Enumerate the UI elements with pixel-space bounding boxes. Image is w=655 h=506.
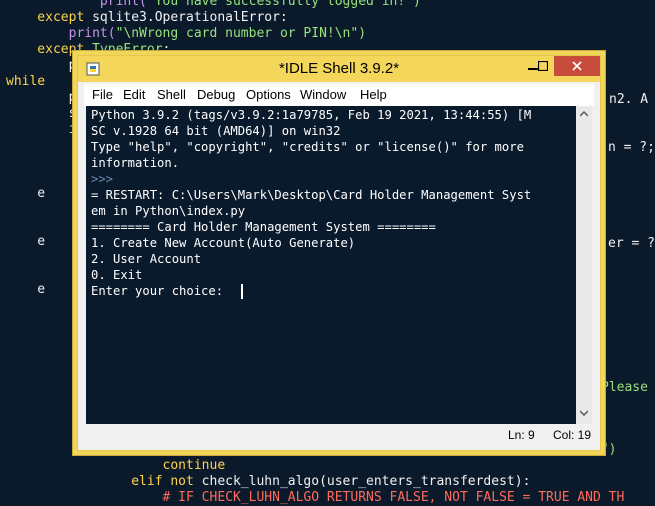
code-token: "\nWrong card number or PIN!\n") (115, 26, 367, 41)
menu-edit[interactable]: Edit (123, 87, 145, 102)
menu-debug[interactable]: Debug (197, 87, 235, 102)
code-token: elif not (6, 474, 202, 489)
code-token: sqlite3.OperationalError: (92, 10, 288, 25)
status-bar: Ln: 9 Col: 19 (84, 424, 594, 446)
code-line: while (6, 74, 45, 90)
code-line: print("You have successfully logged in!"… (6, 0, 421, 10)
scroll-up-icon[interactable] (580, 110, 588, 118)
scroll-down-icon[interactable] (580, 409, 588, 417)
code-line: except sqlite3.OperationalError: (6, 10, 288, 26)
shell-line: Python 3.9.2 (tags/v3.9.2:1a79785, Feb 1… (91, 108, 532, 122)
code-token: # IF CHECK_LUHN_ALGO RETURNS FALSE, NOT … (6, 490, 625, 505)
shell-input-line[interactable]: Enter your choice: (91, 283, 230, 299)
text-cursor (241, 284, 243, 299)
shell-line: 2. User Account (91, 252, 202, 266)
menu-shell[interactable]: Shell (157, 87, 186, 102)
code-token: print( (6, 26, 116, 41)
code-fragment: er = ? (608, 236, 655, 251)
code-token: e (6, 282, 46, 297)
code-line: p (6, 58, 77, 74)
code-line: elif not check_luhn_algo(user_enters_tra… (6, 474, 530, 490)
status-line-number: Ln: 9 (508, 428, 535, 442)
menu-help[interactable]: Help (360, 87, 387, 102)
idle-shell-window[interactable]: *IDLE Shell 3.9.2* File Edit Shell Debug… (77, 55, 601, 451)
code-token: "You have successfully logged in!") (146, 0, 421, 9)
code-line: e (6, 234, 45, 250)
shell-line: Type "help", "copyright", "credits" or "… (91, 140, 524, 154)
code-token: i (6, 122, 77, 137)
close-icon (572, 61, 582, 71)
code-token: check_luhn_algo(user_enters_transferdest… (201, 474, 531, 489)
code-fragment: n = ?; (608, 140, 655, 155)
code-token: print( (6, 0, 147, 9)
shell-line: SC v.1928 64 bit (AMD64)] on win32 (91, 124, 341, 138)
shell-line: 0. Exit (91, 268, 143, 282)
shell-prompt: >>> (91, 172, 114, 186)
code-token: e (6, 186, 46, 201)
maximize-button[interactable] (530, 56, 556, 76)
code-token: p (6, 90, 77, 105)
code-line: p (6, 90, 77, 106)
shell-line: = RESTART: C:\Users\Mark\Desktop\Card Ho… (91, 188, 532, 202)
title-bar[interactable]: *IDLE Shell 3.9.2* (78, 56, 600, 82)
code-line: e (6, 282, 45, 298)
code-line: s (6, 106, 77, 122)
code-line: i (6, 122, 77, 138)
vertical-scrollbar[interactable] (576, 106, 592, 424)
code-line: e (6, 186, 45, 202)
code-token: except (6, 10, 93, 25)
menu-options[interactable]: Options (246, 87, 291, 102)
shell-line: ======== Card Holder Management System =… (91, 220, 436, 234)
status-column-number: Col: 19 (553, 428, 592, 442)
code-token: e (6, 234, 46, 249)
code-line: print("\nWrong card number or PIN!\n") (6, 26, 366, 42)
code-line: continue (6, 458, 226, 474)
menu-bar: File Edit Shell Debug Options Window Hel… (84, 84, 594, 106)
code-fragment: Please (601, 380, 648, 395)
close-button[interactable] (554, 56, 600, 76)
shell-line: em in Python\index.py (91, 204, 246, 218)
menu-file[interactable]: File (92, 87, 113, 102)
code-token: s (6, 106, 77, 121)
code-line: # IF CHECK_LUHN_ALGO RETURNS FALSE, NOT … (6, 490, 625, 506)
code-token: while (6, 74, 46, 89)
code-token: p (6, 58, 77, 73)
shell-line: information. (91, 156, 180, 170)
shell-text-area[interactable]: Python 3.9.2 (tags/v3.9.2:1a79785, Feb 1… (86, 106, 576, 424)
code-fragment: n2. A (609, 92, 649, 107)
shell-line: 1. Create New Account(Auto Generate) (91, 236, 356, 250)
menu-window[interactable]: Window (300, 87, 346, 102)
maximize-icon (538, 61, 548, 71)
code-token: continue (6, 458, 226, 473)
